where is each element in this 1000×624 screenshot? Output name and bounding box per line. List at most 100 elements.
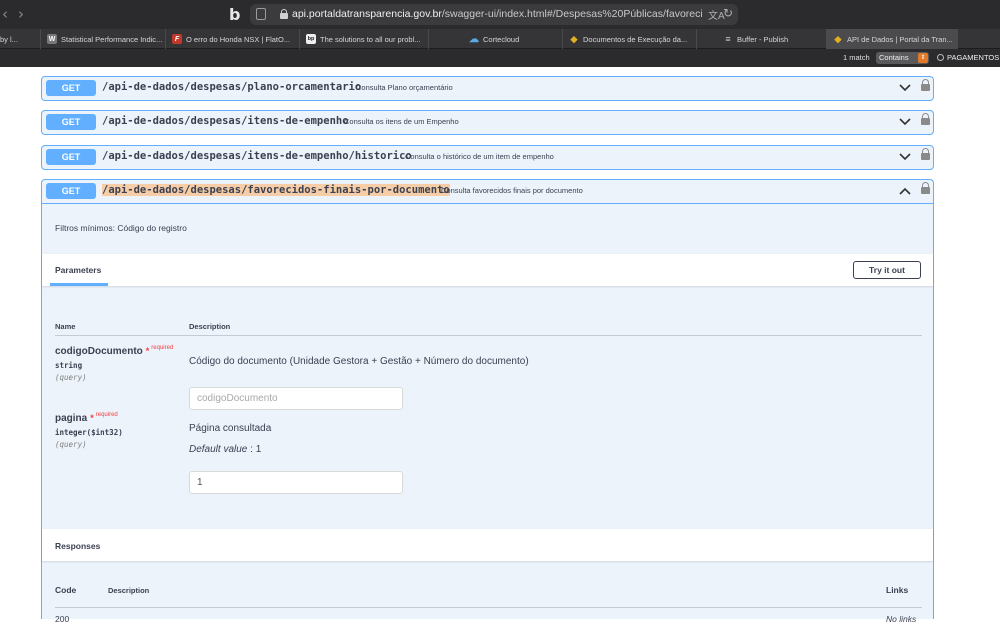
opblock-summary[interactable]: GET /api-de-dados/despesas/favorecidos-f… — [42, 180, 933, 203]
bookmark-item[interactable]: ◆ Documentos de Execução da... — [563, 29, 697, 49]
page-icon[interactable] — [256, 8, 266, 20]
swagger-content: GET /api-de-dados/despesas/plano-orcamen… — [0, 67, 1000, 624]
method-badge: GET — [46, 149, 96, 165]
chevron-updown-icon: ⇕ — [918, 53, 928, 63]
tab-parameters[interactable]: Parameters — [55, 265, 101, 275]
bookmark-item[interactable]: ☁ Cortecloud — [429, 29, 563, 49]
method-badge: GET — [46, 114, 96, 130]
reload-icon[interactable]: ↻ — [723, 6, 733, 20]
bookmark-item[interactable]: by l... — [0, 29, 41, 49]
bookmark-label: by l... — [0, 34, 18, 44]
find-match-count: 1 match — [843, 53, 870, 62]
col-header-description: Description — [189, 322, 231, 331]
opblock-summary[interactable]: GET /api-de-dados/despesas/itens-de-empe… — [42, 111, 933, 134]
codigo-documento-input[interactable]: codigoDocumento — [189, 387, 403, 410]
bookmark-item[interactable]: W Statistical Performance Indic... — [41, 29, 166, 49]
required-label: required — [151, 345, 174, 351]
bp-icon: bp — [306, 34, 316, 44]
bookmark-item[interactable]: bp The solutions to all our probl... — [300, 29, 429, 49]
find-input[interactable]: PAGAMENTOS — [937, 52, 1000, 64]
chevron-down-icon[interactable] — [899, 117, 911, 127]
opblock-summary[interactable]: GET /api-de-dados/despesas/itens-de-empe… — [42, 146, 933, 169]
back-icon[interactable]: ‹ — [2, 5, 8, 23]
opblock-favorecidos-finais: GET /api-de-dados/despesas/favorecidos-f… — [41, 179, 934, 624]
chevron-down-icon[interactable] — [899, 152, 911, 162]
param-type: integer($int32) — [55, 428, 123, 437]
bing-icon[interactable]: b — [229, 5, 243, 24]
opblock-body: Filtros mínimos: Código do registro Para… — [42, 203, 933, 624]
opblock-itens-de-empenho: GET /api-de-dados/despesas/itens-de-empe… — [41, 110, 934, 135]
resp-col-description: Description — [108, 586, 150, 595]
lock-icon[interactable] — [921, 79, 930, 91]
op-summary-text: Consulta Plano orçamentário — [356, 83, 453, 92]
param-name: codigoDocumento * required — [55, 345, 174, 357]
bookmark-label: Cortecloud — [483, 34, 520, 44]
divider — [55, 607, 922, 608]
flatout-icon: F — [172, 34, 182, 44]
op-path: /api-de-dados/despesas/itens-de-empenho/… — [102, 150, 412, 162]
forward-icon[interactable]: › — [18, 5, 24, 23]
bookmark-label: Documentos de Execução da... — [583, 34, 688, 44]
param-description: Código do documento (Unidade Gestora + G… — [189, 356, 529, 367]
opblock-summary[interactable]: GET /api-de-dados/despesas/plano-orcamen… — [42, 77, 933, 100]
bookmarks-bar: by l... W Statistical Performance Indic.… — [0, 29, 1000, 49]
opblock-itens-de-empenho-historico: GET /api-de-dados/despesas/itens-de-empe… — [41, 145, 934, 170]
find-mode-label: Contains — [879, 53, 909, 62]
lock-icon[interactable] — [921, 182, 930, 194]
op-summary-text: Consulta o histórico de um item de empen… — [405, 152, 554, 161]
bookmark-item[interactable]: ≡ Buffer - Publish — [697, 29, 827, 49]
flag-icon: ◆ — [834, 33, 842, 44]
bookmark-label: API de Dados | Portal da Tran... — [847, 34, 953, 44]
bookmark-item[interactable]: F O erro do Honda NSX | FlatO... — [166, 29, 300, 49]
url-text[interactable]: api.portaldatransparencia.gov.br/swagger… — [292, 8, 702, 20]
browser-toolbar: ‹ › b api.portaldatransparencia.gov.br/s… — [0, 0, 1000, 29]
param-in: (query) — [55, 440, 87, 449]
op-summary-text: Consulta os itens de um Empenho — [344, 117, 459, 126]
responses-title: Responses — [55, 541, 101, 551]
param-name: pagina * required — [55, 412, 118, 424]
lock-icon[interactable] — [921, 113, 930, 125]
param-in: (query) — [55, 373, 87, 382]
bookmark-label: Statistical Performance Indic... — [61, 34, 163, 44]
lock-icon — [280, 9, 288, 19]
find-mode-select[interactable]: Contains ⇕ — [876, 52, 929, 64]
flag-icon: ◆ — [570, 33, 578, 44]
col-header-name: Name — [55, 322, 76, 331]
required-marker: * — [90, 413, 94, 423]
required-marker: * — [145, 346, 150, 356]
try-it-out-button[interactable]: Try it out — [853, 261, 921, 279]
opblock-plano-orcamentario: GET /api-de-dados/despesas/plano-orcamen… — [41, 76, 934, 101]
param-default: Default value : 1 — [189, 444, 262, 455]
lock-icon[interactable] — [921, 148, 930, 160]
bookmark-label: Buffer - Publish — [737, 34, 789, 44]
pagina-input[interactable]: 1 — [189, 471, 403, 494]
resp-col-code: Code — [55, 585, 77, 595]
search-icon — [937, 54, 944, 61]
resp-col-links: Links — [886, 585, 909, 595]
buffer-icon: ≡ — [725, 34, 731, 44]
param-type: string — [55, 361, 83, 370]
bookmark-label: The solutions to all our probl... — [320, 34, 421, 44]
find-bar: 1 match Contains ⇕ PAGAMENTOS — [0, 49, 1000, 67]
chevron-down-icon[interactable] — [899, 83, 911, 93]
divider — [55, 335, 922, 336]
chevron-up-icon[interactable] — [899, 186, 911, 196]
method-badge: GET — [46, 183, 96, 199]
bookmark-item[interactable]: ◆ API de Dados | Portal da Tran... — [827, 29, 958, 49]
responses-header: Responses — [42, 529, 933, 561]
find-query: PAGAMENTOS — [947, 53, 1000, 62]
response-links: No links — [886, 614, 917, 624]
param-description: Página consultada — [189, 423, 272, 434]
op-path: /api-de-dados/despesas/favorecidos-finai… — [102, 184, 450, 196]
cloud-icon: ☁ — [469, 33, 479, 45]
address-bar[interactable]: api.portaldatransparencia.gov.br/swagger… — [250, 4, 738, 25]
op-description: Filtros mínimos: Código do registro — [55, 223, 187, 233]
bookmark-label: O erro do Honda NSX | FlatO... — [186, 34, 291, 44]
response-code: 200 — [55, 614, 70, 624]
wikipedia-icon: W — [47, 34, 57, 44]
method-badge: GET — [46, 80, 96, 96]
required-label: required — [95, 412, 118, 418]
tab-underline — [50, 283, 108, 286]
parameters-header: Parameters Try it out — [42, 254, 933, 286]
op-path: /api-de-dados/despesas/itens-de-empenho — [102, 115, 349, 127]
